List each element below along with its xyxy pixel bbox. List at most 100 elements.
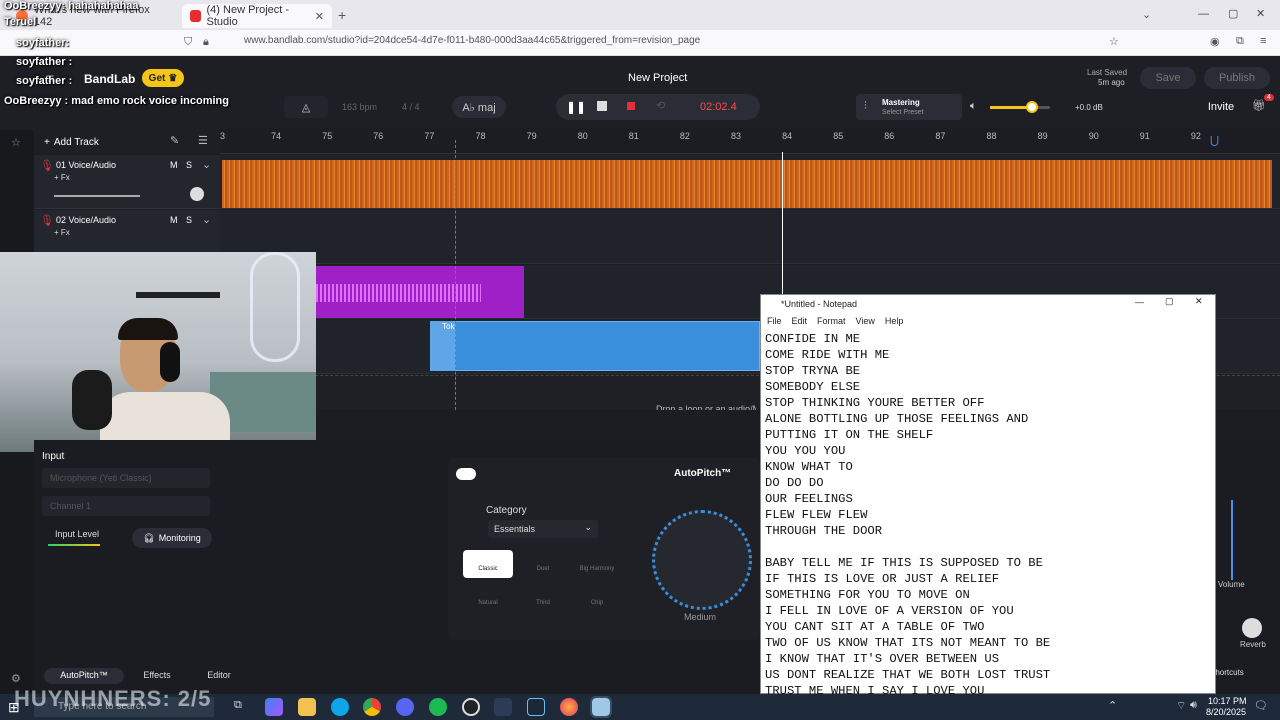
volume-knob[interactable] [1026,101,1038,113]
mute-button[interactable]: M [170,215,178,225]
invite-button[interactable]: Invite [1200,96,1242,118]
close-window-icon[interactable]: ✕ [1195,296,1203,307]
volume-fader[interactable] [1231,500,1233,580]
discord-icon[interactable] [396,698,414,716]
close-window-icon[interactable]: ✕ [1256,7,1265,20]
solo-button[interactable]: S [186,160,192,170]
pause-icon[interactable]: ❚❚ [566,100,586,114]
maximize-icon[interactable]: ▢ [1165,296,1174,307]
monitoring-button[interactable]: 🎧︎ Monitoring [132,528,212,548]
project-title[interactable]: New Project [628,72,687,84]
bottom-tab-editor[interactable]: Editor [194,668,244,684]
firefox-icon[interactable] [560,698,578,716]
audio-region-orange[interactable] [222,160,1272,208]
gift-icon[interactable]: 🎁︎ [1252,99,1266,112]
url-input[interactable]: www.bandlab.com/studio?id=204dce54-4d7e-… [244,35,700,46]
menu-help[interactable]: Help [885,316,904,326]
key-button[interactable]: A♭ maj [452,96,506,118]
reverb-knob[interactable] [1242,618,1262,638]
close-icon[interactable]: ✕ [315,10,324,23]
audio-region-blue[interactable] [430,321,760,371]
publish-button[interactable]: Publish [1204,67,1270,89]
preset-natural[interactable]: Natural [463,584,513,612]
preset-chip[interactable]: Chip [572,584,622,612]
track-volume-slider[interactable] [54,195,140,197]
obs-icon[interactable] [462,698,480,716]
preset-duet[interactable]: Duet [518,550,568,578]
solo-button[interactable]: S [186,215,192,225]
maximize-icon[interactable]: ▢ [1228,7,1238,20]
master-volume-slider[interactable] [990,106,1050,109]
shortcuts-button[interactable]: Shortcuts [1210,668,1270,684]
steam-icon[interactable] [527,698,545,716]
file-explorer-icon[interactable] [298,698,316,716]
spotify-icon[interactable] [429,698,447,716]
chrome-icon[interactable] [363,698,381,716]
category-select[interactable]: Essentials ⌄ [488,520,598,538]
preset-big-harmony[interactable]: Big Harmony [572,550,622,578]
notepad-taskbar-icon[interactable] [590,696,612,718]
tray-up-icon[interactable]: ⌃ [1108,699,1117,712]
preset-third[interactable]: Third [518,584,568,612]
tab-label: Effects [143,670,171,680]
menu-icon[interactable]: ≡ [1260,35,1266,47]
timeline-ruler[interactable]: 3 74 75 76 77 78 79 80 81 82 83 84 85 86 87 88 89 90 91 92 [220,128,1280,154]
record-icon[interactable] [627,102,635,110]
star-icon[interactable]: ☆ [11,136,21,149]
menu-view[interactable]: View [856,316,875,326]
bottom-tab-effects[interactable]: Effects [132,668,182,684]
extensions-icon[interactable]: ⧉ [1236,35,1244,48]
save-button[interactable]: Save [1140,67,1196,89]
mixer-icon[interactable]: ☰ [198,134,208,147]
menu-file[interactable]: File [767,316,782,326]
edge-icon[interactable] [331,698,349,716]
channel-select[interactable]: Channel 1 [42,496,210,516]
fx-button[interactable]: + Fx [54,228,70,237]
playhead[interactable] [782,152,783,294]
minimize-icon[interactable]: — [1135,297,1144,307]
menu-format[interactable]: Format [817,316,846,326]
notification-icon[interactable]: 🗨︎ [1254,699,1268,712]
account-icon[interactable]: ◉ [1210,35,1220,48]
new-tab-icon[interactable]: + [338,7,346,23]
pan-knob[interactable] [190,187,204,201]
notepad-titlebar[interactable]: *Untitled - Notepad — ▢ ✕ [761,295,1215,313]
snap-icon[interactable]: ⋃ [1210,134,1219,147]
minimize-icon[interactable]: — [1198,8,1209,20]
chevron-down-icon[interactable]: ⌄ [202,158,211,171]
volume-tray-icon[interactable]: 🔊︎ [1190,699,1197,712]
track-header-01[interactable]: 🎙︎ 01 Voice/Audio + Fx M S ⌄ [34,155,220,209]
fx-button[interactable]: + Fx [54,173,70,182]
metronome-toggle[interactable]: ◬ [284,96,328,118]
notepad-line: SOMETHING FOR YOU TO MOVE ON [765,588,970,602]
mute-button[interactable]: M [170,160,178,170]
task-view-icon[interactable]: ⧉ [234,699,242,712]
notepad-text-area[interactable]: CONFIDE IN ME COME RIDE WITH ME STOP TRYNA… [761,329,1215,701]
time-signature-field[interactable]: 4 / 4 [402,102,420,112]
track-name[interactable]: 02 Voice/Audio [56,215,116,225]
speaker-icon[interactable]: 🔈︎ [970,100,977,113]
add-track-button[interactable]: + Add Track [44,134,114,150]
autopitch-knob[interactable] [652,510,752,610]
app-icon[interactable] [494,698,512,716]
clock-time[interactable]: 10:17 PM [1208,696,1247,706]
chevron-down-icon[interactable]: ⌄ [202,213,211,226]
preset-classic[interactable]: Classic [463,550,513,578]
chevron-down-icon[interactable]: ⌄ [1142,8,1151,21]
track-name[interactable]: 01 Voice/Audio [56,160,116,170]
notepad-window[interactable]: *Untitled - Notepad — ▢ ✕ File Edit Form… [760,294,1216,698]
track-lane-02[interactable] [220,210,1280,264]
bottom-tab-autopitch[interactable]: AutoPitch™ [44,668,124,684]
bookmark-star-icon[interactable]: ☆ [1109,35,1119,48]
loop-icon[interactable]: ⟲ [656,99,665,112]
clock-date[interactable]: 8/20/2025 [1206,707,1246,717]
tool-icon[interactable]: ✎ [170,134,179,147]
microphone-select[interactable]: Microphone (Yeti Classic) [42,468,210,488]
settings-gear-icon[interactable]: ⚙ [11,672,21,685]
chat-message: hahahahahaa [68,0,139,12]
bpm-field[interactable]: 163 bpm [342,102,377,112]
menu-edit[interactable]: Edit [792,316,808,326]
copilot-icon[interactable] [265,698,283,716]
stop-icon[interactable] [597,101,607,111]
autopitch-toggle[interactable] [456,468,476,480]
